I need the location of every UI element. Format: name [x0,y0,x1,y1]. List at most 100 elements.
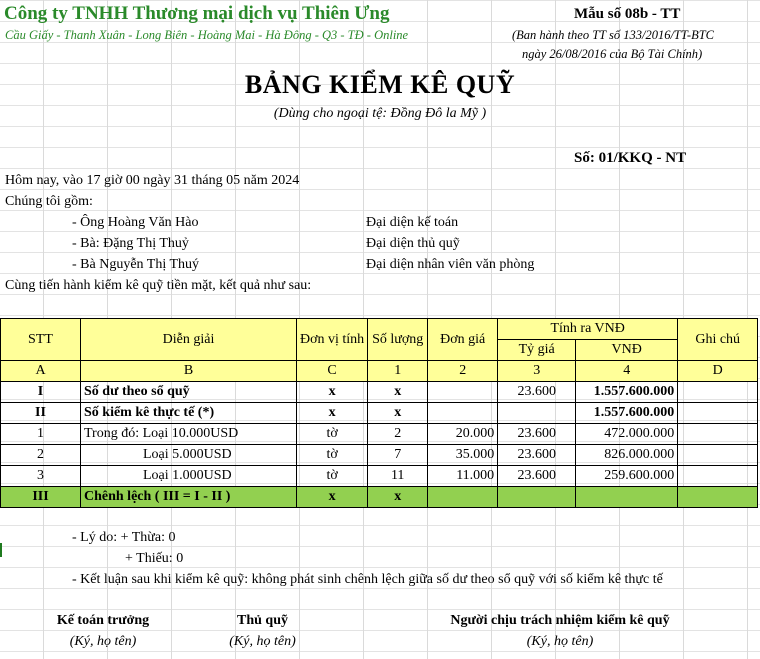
row-stt: I [0,381,81,403]
code-cell: C [295,360,369,382]
header-vnd: VNĐ [575,339,679,361]
member-role: Đại diện thủ quỹ [366,236,460,251]
table-row: I Số dư theo sổ quỹ x x 23.600 1.557.600… [0,381,759,403]
row-unit: tờ [295,444,369,466]
row-note [677,423,759,445]
row-exchange-rate: 23.600 [497,381,577,403]
table-row: II Số kiểm kê thực tế (*) x x 1.557.600.… [0,402,759,424]
row-unit: x [295,402,369,424]
row-stt: 3 [0,465,81,487]
row-quantity: x [367,402,429,424]
code-cell: 3 [497,360,577,382]
member-name: - Ông Hoàng Văn Hào [72,215,199,230]
row-note [677,402,759,424]
signature-title: Người chịu trách nhiệm kiểm kê quỹ [450,613,670,628]
header-vnd-group: Tính ra VNĐ [497,318,679,340]
row-exchange-rate: 23.600 [497,465,577,487]
row-description: Số dư theo sổ quỹ [80,381,297,403]
header-exchange-rate: Tỷ giá [497,339,577,361]
row-description: Loại 1.000USD [80,465,297,487]
reason-shortage: + Thiếu: 0 [125,551,184,566]
row-vnd: 1.557.600.000 [575,381,679,403]
row-note [677,444,759,466]
row-vnd: 1.557.600.000 [575,402,679,424]
row-unit: tờ [295,423,369,445]
row-quantity: 7 [367,444,429,466]
date-line: Hôm nay, vào 17 giờ 00 ngày 31 tháng 05 … [5,173,300,188]
header-quantity: Số lượng [367,318,429,361]
row-note [677,465,759,487]
reason-surplus: - Lý do: + Thừa: 0 [72,530,176,545]
row-unit-price [427,402,499,424]
decree-line-1: (Ban hành theo TT số 133/2016/TT-BTC [512,28,714,42]
row-exchange-rate: 23.600 [497,444,577,466]
code-cell: A [0,360,81,382]
row-vnd: 472.000.000 [575,423,679,445]
signature-note: (Ký, họ tên) [69,634,137,649]
row-stt: III [0,486,81,508]
row-description: Loại 5.000USD [80,444,297,466]
signature-title: Thủ quỹ [237,613,288,628]
table-row: 1 Trong đó: Loại 10.000USD tờ 2 20.000 2… [0,423,759,445]
decree-line-2: ngày 26/08/2016 của Bộ Tài Chính) [522,47,703,61]
conclusion: - Kết luận sau khi kiểm kê quỹ: không ph… [72,572,663,587]
row-note [677,381,759,403]
row-vnd [575,486,679,508]
header-note: Ghi chú [677,318,759,361]
difference-row: III Chênh lệch ( III = I - II ) x x [0,486,759,508]
document-subtitle: (Dùng cho ngoại tệ: Đồng Đô la Mỹ ) [273,106,487,121]
signature-note: (Ký, họ tên) [229,634,296,649]
header-stt: STT [0,318,81,361]
header-unit: Đơn vị tính [295,318,369,361]
row-description: Số kiểm kê thực tế (*) [80,402,297,424]
cash-count-table: STT Diễn giải Đơn vị tính Số lượng Đơn g… [0,318,759,508]
member-role: Đại diện nhân viên văn phòng [366,257,535,272]
row-quantity: x [367,486,429,508]
code-cell: D [677,360,759,382]
table-row: 2 Loại 5.000USD tờ 7 35.000 23.600 826.0… [0,444,759,466]
code-cell: 2 [427,360,499,382]
row-quantity: 2 [367,423,429,445]
member-role: Đại diện kế toán [366,215,459,230]
column-code-row: A B C 1 2 3 4 D [0,360,759,382]
row-unit-price: 35.000 [427,444,499,466]
signature-title: Kế toán trưởng [56,613,150,628]
row-unit-price: 20.000 [427,423,499,445]
result-intro: Cùng tiến hành kiểm kê quỹ tiền mặt, kết… [5,278,312,293]
row-exchange-rate [497,402,577,424]
header-unit-price: Đơn giá [427,318,499,361]
row-vnd: 259.600.000 [575,465,679,487]
code-cell: 4 [575,360,679,382]
row-quantity: 11 [367,465,429,487]
row-marker [0,543,2,557]
code-cell: B [80,360,297,382]
row-stt: 2 [0,444,81,466]
row-description: Trong đó: Loại 10.000USD [80,423,297,445]
row-unit: x [295,381,369,403]
row-unit: tờ [295,465,369,487]
row-quantity: x [367,381,429,403]
document-number: Số: 01/KKQ - NT [574,150,687,166]
row-exchange-rate [497,486,577,508]
code-cell: 1 [367,360,429,382]
row-unit: x [295,486,369,508]
table-row: 3 Loại 1.000USD tờ 11 11.000 23.600 259.… [0,465,759,487]
row-unit-price: 11.000 [427,465,499,487]
row-exchange-rate: 23.600 [497,423,577,445]
member-name: - Bà Nguyễn Thị Thuý [72,257,200,272]
form-number: Mẫu số 08b - TT [574,6,681,22]
company-locations: Cầu Giấy - Thanh Xuân - Long Biên - Hoàn… [5,28,409,42]
members-intro: Chúng tôi gồm: [5,194,93,209]
row-vnd: 826.000.000 [575,444,679,466]
row-stt: II [0,402,81,424]
row-description: Chênh lệch ( III = I - II ) [80,486,297,508]
signature-note: (Ký, họ tên) [526,634,594,649]
row-note [677,486,759,508]
row-stt: 1 [0,423,81,445]
header-description: Diễn giải [80,318,297,361]
company-name: Công ty TNHH Thương mại dịch vụ Thiên Ưn… [4,3,390,24]
row-unit-price [427,381,499,403]
member-name: - Bà: Đặng Thị Thuỷ [72,236,189,251]
document-title: BẢNG KIỂM KÊ QUỸ [244,70,516,99]
row-unit-price [427,486,499,508]
